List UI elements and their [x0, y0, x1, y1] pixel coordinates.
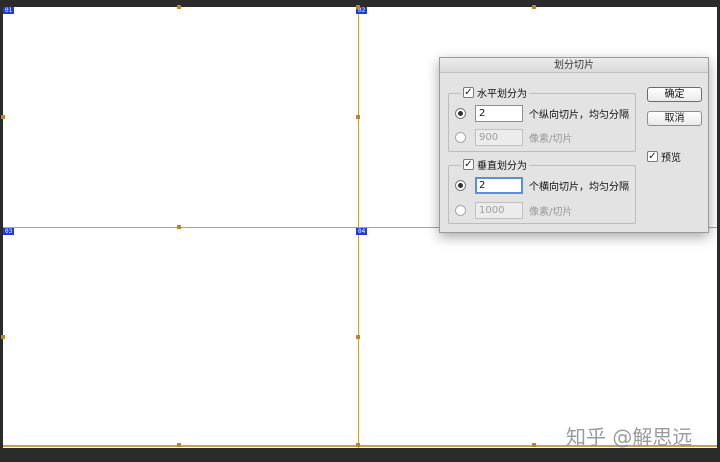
vertical-divide-checkbox[interactable]: ✓	[463, 159, 474, 170]
vertical-divide-legend: ✓ 垂直划分为	[461, 157, 529, 172]
horizontal-pixels-radio[interactable]	[455, 132, 466, 143]
horizontal-pixels-input[interactable]: 900	[475, 129, 523, 146]
selection-handle[interactable]	[356, 115, 360, 119]
selection-handle[interactable]	[532, 5, 536, 9]
selection-handle[interactable]	[177, 443, 181, 447]
selection-handle[interactable]	[532, 443, 536, 447]
horizontal-option-pixels: 900 像素/切片	[455, 129, 572, 146]
divide-slice-dialog: 划分切片 ✓ 水平划分为 2 个纵向切片，均匀分隔 900 像素/切片 ✓ 垂直…	[439, 57, 709, 233]
vertical-divide-label: 垂直划分为	[477, 161, 527, 172]
radio-selected-dot	[458, 111, 463, 116]
preview-option[interactable]: ✓ 预览	[647, 149, 681, 164]
vertical-divide-group: ✓ 垂直划分为 2 个横向切片，均匀分隔 1000 像素/切片	[448, 157, 636, 224]
horizontal-count-radio[interactable]	[455, 108, 466, 119]
slice-tag-01[interactable]: 01	[3, 7, 15, 14]
selection-handle[interactable]	[1, 115, 5, 119]
slice-tag-04[interactable]: 04	[356, 228, 368, 235]
horizontal-divide-legend: ✓ 水平划分为	[461, 85, 529, 100]
slice-tag-03[interactable]: 03	[3, 228, 15, 235]
selection-handle[interactable]	[356, 335, 360, 339]
horizontal-option-count: 2 个纵向切片，均匀分隔	[455, 105, 629, 122]
selection-handle[interactable]	[356, 443, 360, 447]
ok-button[interactable]: 确定	[647, 87, 702, 102]
horizontal-count-suffix: 个纵向切片，均匀分隔	[529, 110, 629, 121]
vertical-option-count: 2 个横向切片，均匀分隔	[455, 177, 629, 194]
radio-selected-dot	[458, 183, 463, 188]
vertical-count-suffix: 个横向切片，均匀分隔	[529, 182, 629, 193]
preview-label: 预览	[661, 153, 681, 164]
vertical-count-input[interactable]: 2	[475, 177, 523, 194]
horizontal-divide-group: ✓ 水平划分为 2 个纵向切片，均匀分隔 900 像素/切片	[448, 85, 636, 152]
watermark: 知乎 @解思远	[566, 425, 693, 449]
selection-handle[interactable]	[1, 335, 5, 339]
horizontal-divide-checkbox[interactable]: ✓	[463, 87, 474, 98]
selection-handle[interactable]	[177, 5, 181, 9]
vertical-count-radio[interactable]	[455, 180, 466, 191]
dialog-title: 划分切片	[440, 58, 708, 73]
vertical-option-pixels: 1000 像素/切片	[455, 202, 572, 219]
selection-handle[interactable]	[356, 5, 360, 9]
horizontal-pixels-suffix: 像素/切片	[529, 134, 573, 145]
cancel-button[interactable]: 取消	[647, 111, 702, 126]
horizontal-count-input[interactable]: 2	[475, 105, 523, 122]
vertical-pixels-radio[interactable]	[455, 205, 466, 216]
preview-checkbox[interactable]: ✓	[647, 151, 658, 162]
vertical-pixels-input[interactable]: 1000	[475, 202, 523, 219]
selection-handle[interactable]	[177, 225, 181, 229]
vertical-pixels-suffix: 像素/切片	[529, 207, 573, 218]
horizontal-divide-label: 水平划分为	[477, 89, 527, 100]
